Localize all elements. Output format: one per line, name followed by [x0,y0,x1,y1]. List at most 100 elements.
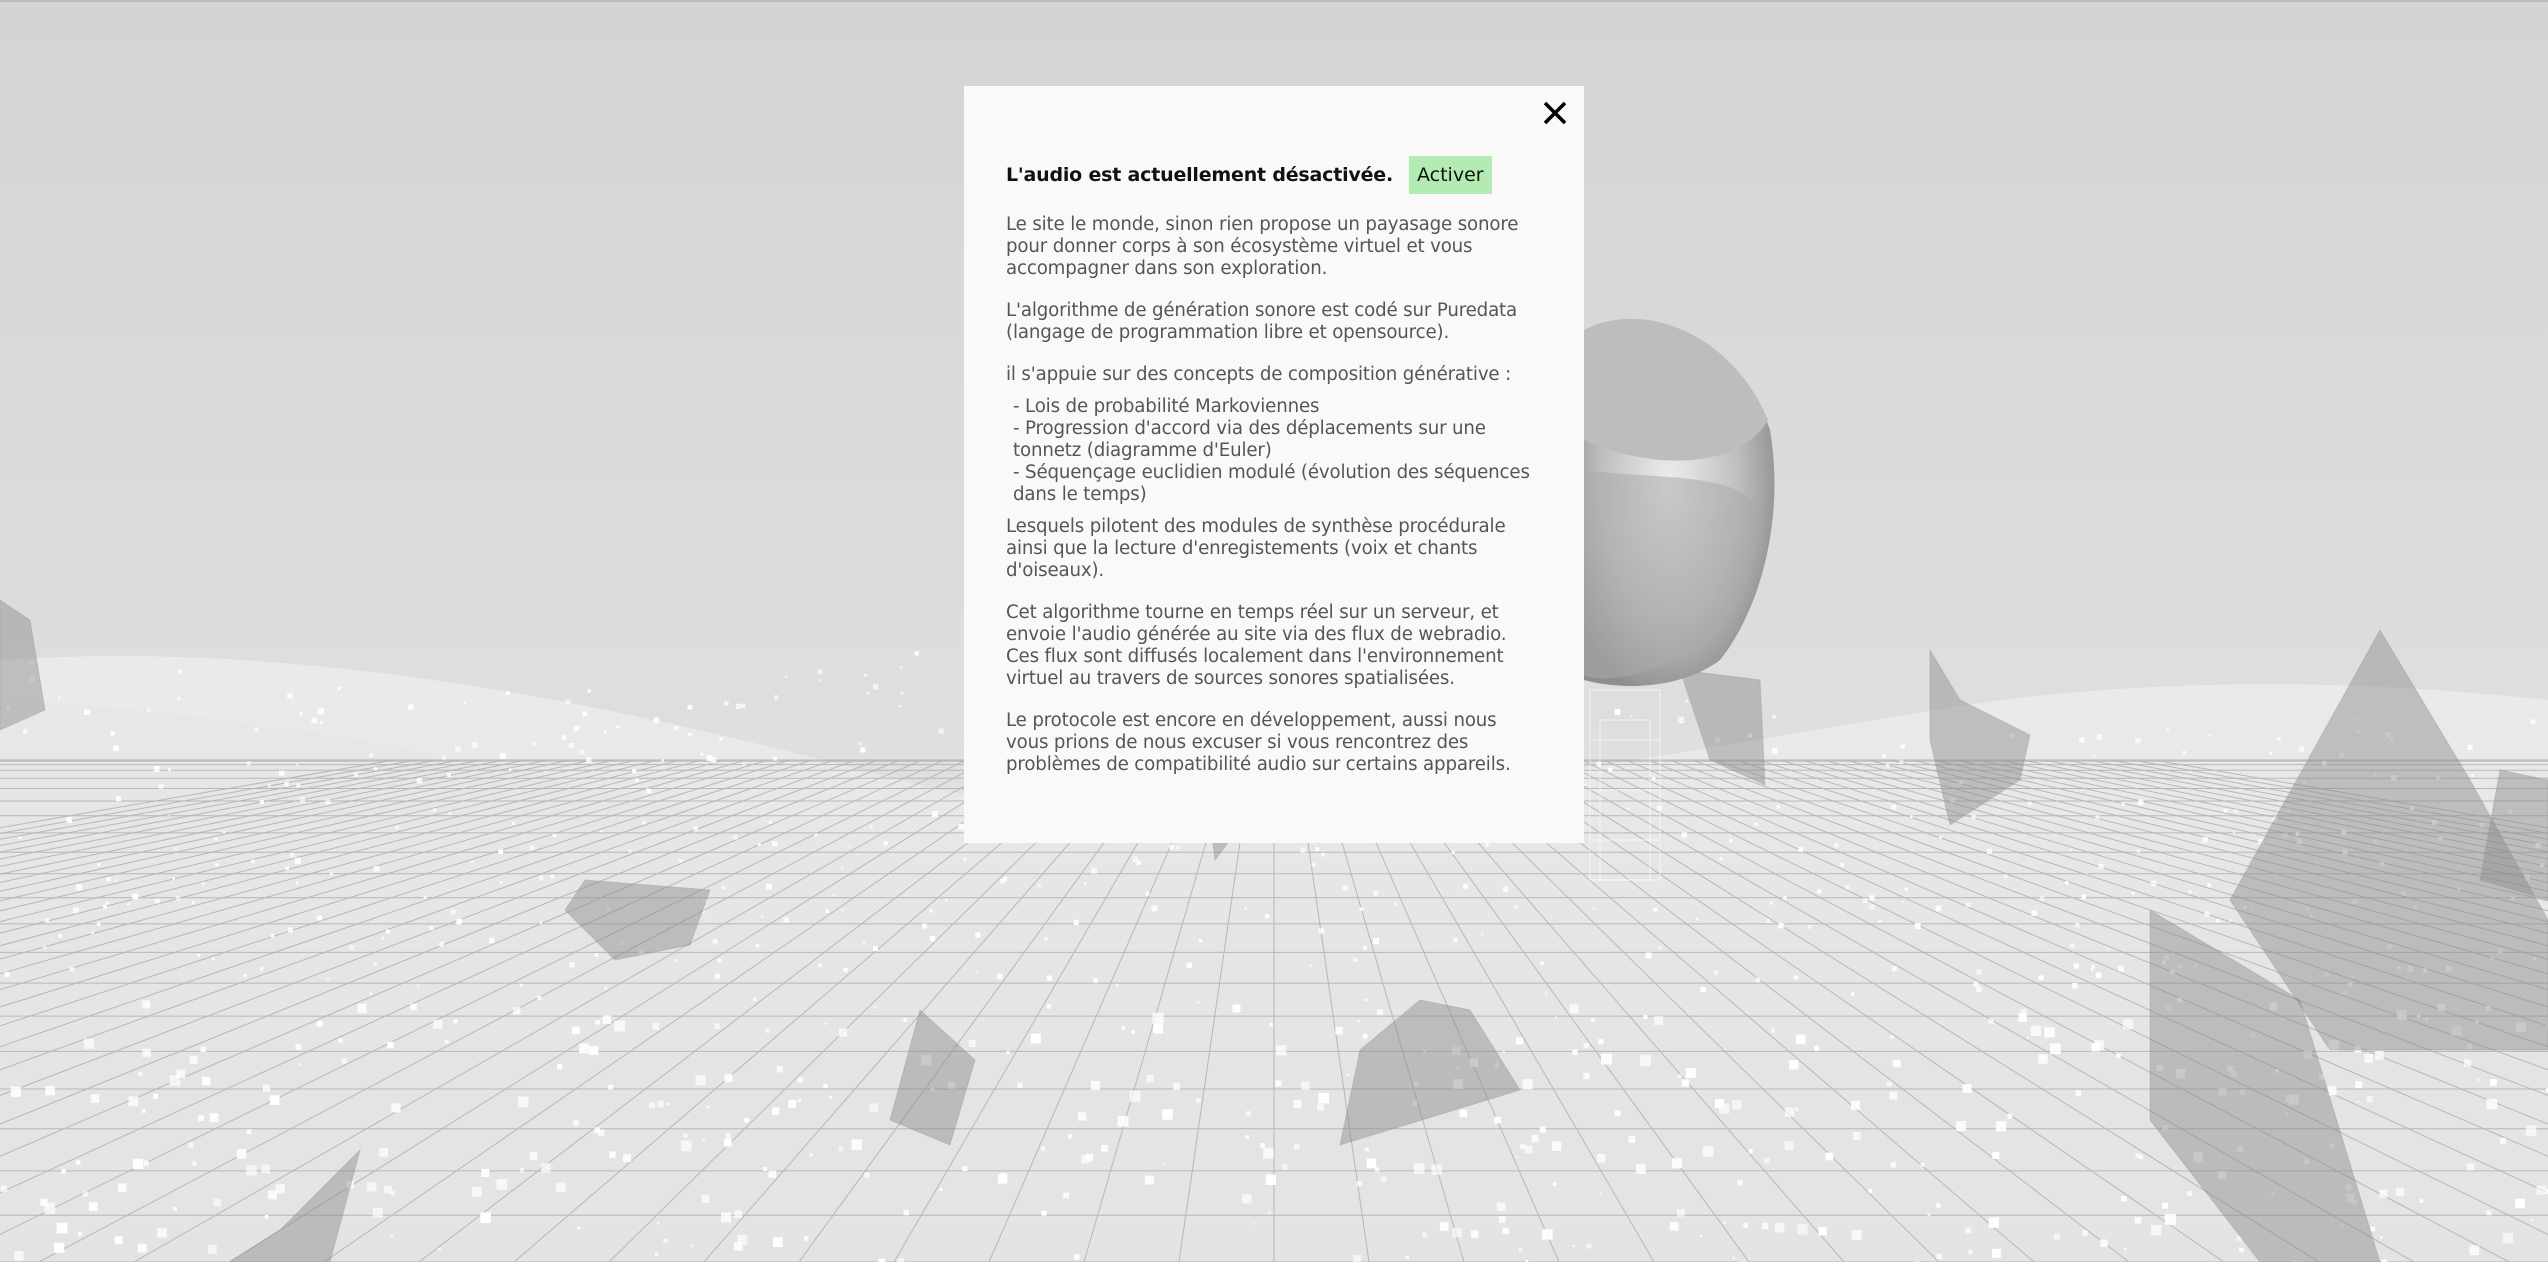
particle [439,941,445,947]
particle [582,711,588,717]
particle [851,1139,862,1150]
particle [263,1084,270,1092]
particle [2467,744,2473,750]
particle [295,881,299,885]
particle [1363,945,1367,950]
particle [116,796,121,802]
particle [1677,1074,1682,1079]
particle [573,1119,579,1126]
particle [384,1185,392,1194]
close-button[interactable] [1538,96,1572,130]
concepts-intro: il s'appuie sur des concepts de composit… [1006,364,1512,385]
particle [975,970,978,973]
particle [1597,1154,1606,1163]
particle [417,984,420,987]
particle [1552,1182,1557,1186]
particle [1652,776,1656,781]
particle [1315,847,1320,851]
particle [1041,1210,1047,1216]
particle [2234,809,2238,813]
particle [1591,1017,1595,1022]
particle [114,879,118,882]
particle [2018,1013,2027,1022]
particle [931,811,938,817]
particle [818,963,822,967]
particle [702,1138,705,1142]
particle [2079,737,2085,743]
particle [1583,1072,1590,1079]
particle [45,1085,55,1096]
particle [1889,1091,1898,1100]
particle [1394,902,1398,906]
particle [178,669,182,673]
particle [897,1258,905,1262]
particle [962,1166,968,1172]
particle [1153,1023,1164,1034]
particle [843,967,848,973]
particle [513,1007,521,1015]
particle [1869,904,1874,910]
close-icon[interactable] [1538,96,1572,130]
particle [1198,939,1203,943]
particle [1834,842,1839,848]
particle [1778,922,1784,929]
particle [1006,1051,1010,1055]
particle [1121,1026,1126,1031]
particle [663,1238,668,1243]
particle [1818,1227,1827,1236]
particle [1572,1245,1575,1248]
particle [785,675,788,678]
particle [939,1188,943,1192]
particle [1131,1030,1135,1034]
streaming-paragraph: Cet algorithme tourne en temps réel sur … [1006,602,1507,689]
particle [97,863,101,866]
activate-audio-button[interactable]: Activer [1409,156,1492,194]
particle [2123,1019,2134,1030]
particle [1572,1049,1578,1056]
particle [1748,1149,1753,1154]
particle [2137,799,2144,806]
particle [175,896,181,901]
particle [143,1160,149,1166]
particle [1769,901,1773,905]
particle [433,808,437,812]
particle [1654,1016,1664,1026]
particle [369,992,373,995]
particle [537,995,542,1000]
particle [1976,986,1982,992]
particle [714,1023,720,1029]
particle [386,929,391,934]
particle [1840,862,1845,867]
particle [270,1095,280,1105]
particle [2477,1078,2480,1082]
particle [703,910,706,913]
particle [1699,1234,1702,1237]
particle [1173,1083,1181,1091]
particle [1685,699,1688,703]
particle [2269,752,2273,755]
particle [804,1236,809,1241]
particle [706,1106,709,1109]
particle [646,788,652,794]
particle [710,757,717,763]
particle [687,704,693,710]
particle [1630,715,1633,718]
particle [1936,1253,1943,1260]
concept-item: - Séquençage euclidien modulé (évolution… [1013,462,1530,505]
particle [1782,895,1787,900]
particle [1145,891,1150,896]
particle [260,967,264,971]
particle [481,1168,490,1177]
particle [642,821,646,825]
particle [2395,1187,2405,1197]
particle [326,977,330,981]
particle [2069,848,2072,851]
particle [614,1020,625,1032]
particle [657,1222,660,1225]
particle [2136,849,2140,853]
particle [2121,802,2126,806]
particle [2096,734,2102,740]
particle [78,1231,83,1237]
particle [296,783,301,788]
particle [922,923,927,929]
